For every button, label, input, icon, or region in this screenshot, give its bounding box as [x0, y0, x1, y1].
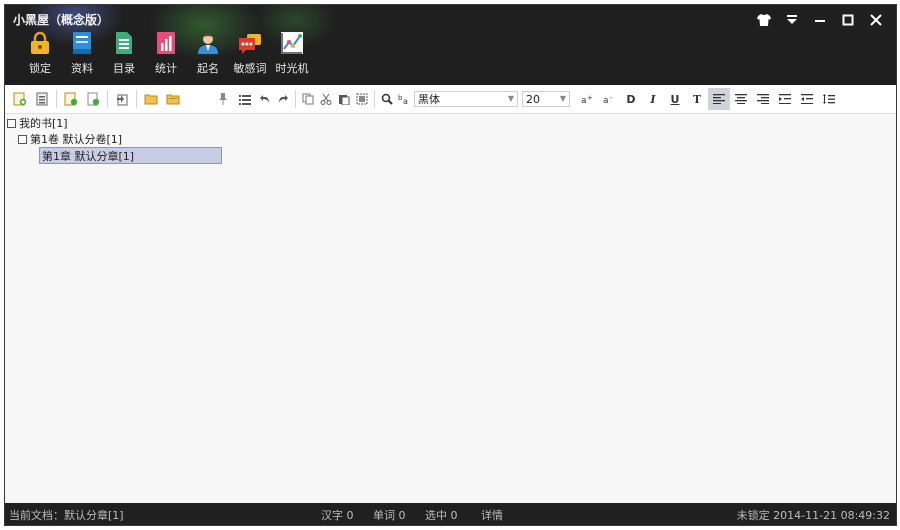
ribbon-naming-button[interactable]: 起名 [187, 31, 229, 76]
person-icon [196, 31, 220, 55]
redo-icon[interactable] [274, 88, 292, 110]
ribbon-lock-button[interactable]: 锁定 [19, 31, 61, 76]
tree-node-label: 第1章 默认分章[1] [42, 149, 135, 163]
font-size-select[interactable]: 20 ▼ [522, 91, 570, 107]
lock-icon [28, 31, 52, 55]
tree-node-chapter[interactable]: 第1章 默认分章[1] [39, 147, 222, 164]
ribbon-label: 敏感词 [233, 62, 267, 75]
tree-node-book[interactable]: 我的书[1] [7, 115, 68, 131]
toolbar-separator [56, 90, 57, 108]
shirt-icon[interactable] [750, 9, 778, 31]
pin-icon[interactable] [212, 88, 234, 110]
ribbon-label: 时光机 [275, 62, 309, 75]
chart-icon [154, 31, 178, 55]
ribbon-toc-button[interactable]: 目录 [103, 31, 145, 76]
chevron-down-icon: ▼ [507, 94, 514, 103]
search-icon[interactable] [378, 88, 396, 110]
ribbon-label: 资料 [71, 62, 93, 75]
status-current-doc: 当前文档：默认分章[1] [9, 509, 124, 522]
copy-format-icon[interactable] [299, 88, 317, 110]
status-bar: 当前文档：默认分章[1] 汉字 0 单词 0 选中 0 详情 未锁定 2014-… [5, 503, 896, 525]
status-word-count: 单词 0 [373, 509, 406, 522]
minimize-icon[interactable] [806, 9, 834, 31]
ribbon-label: 目录 [113, 62, 135, 75]
save-book-icon[interactable] [31, 88, 53, 110]
font-family-select[interactable]: 黑体 ▼ [414, 91, 518, 107]
undo-icon[interactable] [256, 88, 274, 110]
italic-button[interactable]: I [642, 88, 664, 110]
book-icon [70, 31, 94, 55]
toolbar-separator [136, 90, 137, 108]
status-selected-count: 选中 0 [425, 509, 458, 522]
underline-button[interactable]: U [664, 88, 686, 110]
app-title: 小黑屋（概念版） [13, 13, 110, 27]
dropdown-icon[interactable] [778, 9, 806, 31]
font-size-decrease-icon[interactable]: a- [598, 88, 620, 110]
tree-node-label: 我的书[1] [19, 117, 68, 130]
graph-icon [280, 31, 304, 55]
svg-text:a: a [403, 97, 408, 105]
ribbon-sensitive-words-button[interactable]: 敏感词 [229, 31, 271, 76]
chat-icon [238, 31, 262, 55]
svg-text:a: a [603, 96, 609, 104]
node-checkbox[interactable] [7, 118, 16, 128]
font-size-value: 20 [526, 92, 540, 106]
toolbar-separator [295, 90, 296, 108]
select-all-icon[interactable] [353, 88, 371, 110]
bold-button[interactable]: D [620, 88, 642, 110]
svg-text:-: - [610, 94, 613, 102]
align-right-icon[interactable] [752, 88, 774, 110]
title-bar: 小黑屋（概念版） 锁定 资料 目录 统计 起名 敏感词 时光机 [5, 5, 896, 85]
close-icon[interactable] [862, 9, 890, 31]
tree-node-label: 第1卷 默认分卷[1] [30, 133, 123, 146]
align-center-icon[interactable] [730, 88, 752, 110]
toolbar-separator [374, 90, 375, 108]
indent-decrease-icon[interactable] [796, 88, 818, 110]
tree-node-volume[interactable]: 第1卷 默认分卷[1] [18, 131, 122, 147]
maximize-icon[interactable] [834, 9, 862, 31]
ribbon-info-button[interactable]: 资料 [61, 31, 103, 76]
svg-text:a: a [581, 96, 587, 104]
indent-increase-icon[interactable] [774, 88, 796, 110]
folder-icon[interactable] [162, 88, 184, 110]
ribbon-label: 锁定 [29, 62, 51, 75]
new-chapter-icon[interactable] [60, 88, 82, 110]
status-lock-time: 未锁定 2014-11-21 08:49:32 [736, 509, 890, 522]
font-size-increase-icon[interactable]: a + [576, 88, 598, 110]
status-details-link[interactable]: 详情 [481, 507, 503, 523]
list-icon [112, 31, 136, 55]
ribbon-time-machine-button[interactable]: 时光机 [271, 31, 313, 76]
ribbon-label: 统计 [155, 62, 177, 75]
editor-toolbar: ba 黑体 ▼ 20 ▼ a + a- D I U T [5, 85, 896, 114]
status-char-count: 汉字 0 [321, 509, 354, 522]
window-controls [750, 9, 890, 31]
align-left-icon[interactable] [708, 88, 730, 110]
delete-chapter-icon[interactable] [82, 88, 104, 110]
chevron-down-icon: ▼ [559, 94, 566, 103]
ribbon: 锁定 资料 目录 统计 起名 敏感词 时光机 [19, 31, 313, 76]
font-family-value: 黑体 [418, 93, 440, 106]
replace-icon[interactable]: ba [396, 88, 414, 110]
list-view-icon[interactable] [234, 88, 256, 110]
paste-icon[interactable] [335, 88, 353, 110]
line-spacing-icon[interactable] [818, 88, 840, 110]
svg-text:+: + [587, 94, 593, 102]
ribbon-stats-button[interactable]: 统计 [145, 31, 187, 76]
new-book-icon[interactable] [9, 88, 31, 110]
strikethrough-button[interactable]: T [686, 88, 708, 110]
toolbar-separator [107, 90, 108, 108]
app-window: 小黑屋（概念版） 锁定 资料 目录 统计 起名 敏感词 时光机 b a 黑体 ▼… [4, 4, 897, 526]
node-checkbox[interactable] [18, 134, 27, 144]
export-icon[interactable] [111, 88, 133, 110]
ribbon-label: 起名 [197, 62, 219, 75]
cut-icon[interactable] [317, 88, 335, 110]
open-folder-icon[interactable] [140, 88, 162, 110]
